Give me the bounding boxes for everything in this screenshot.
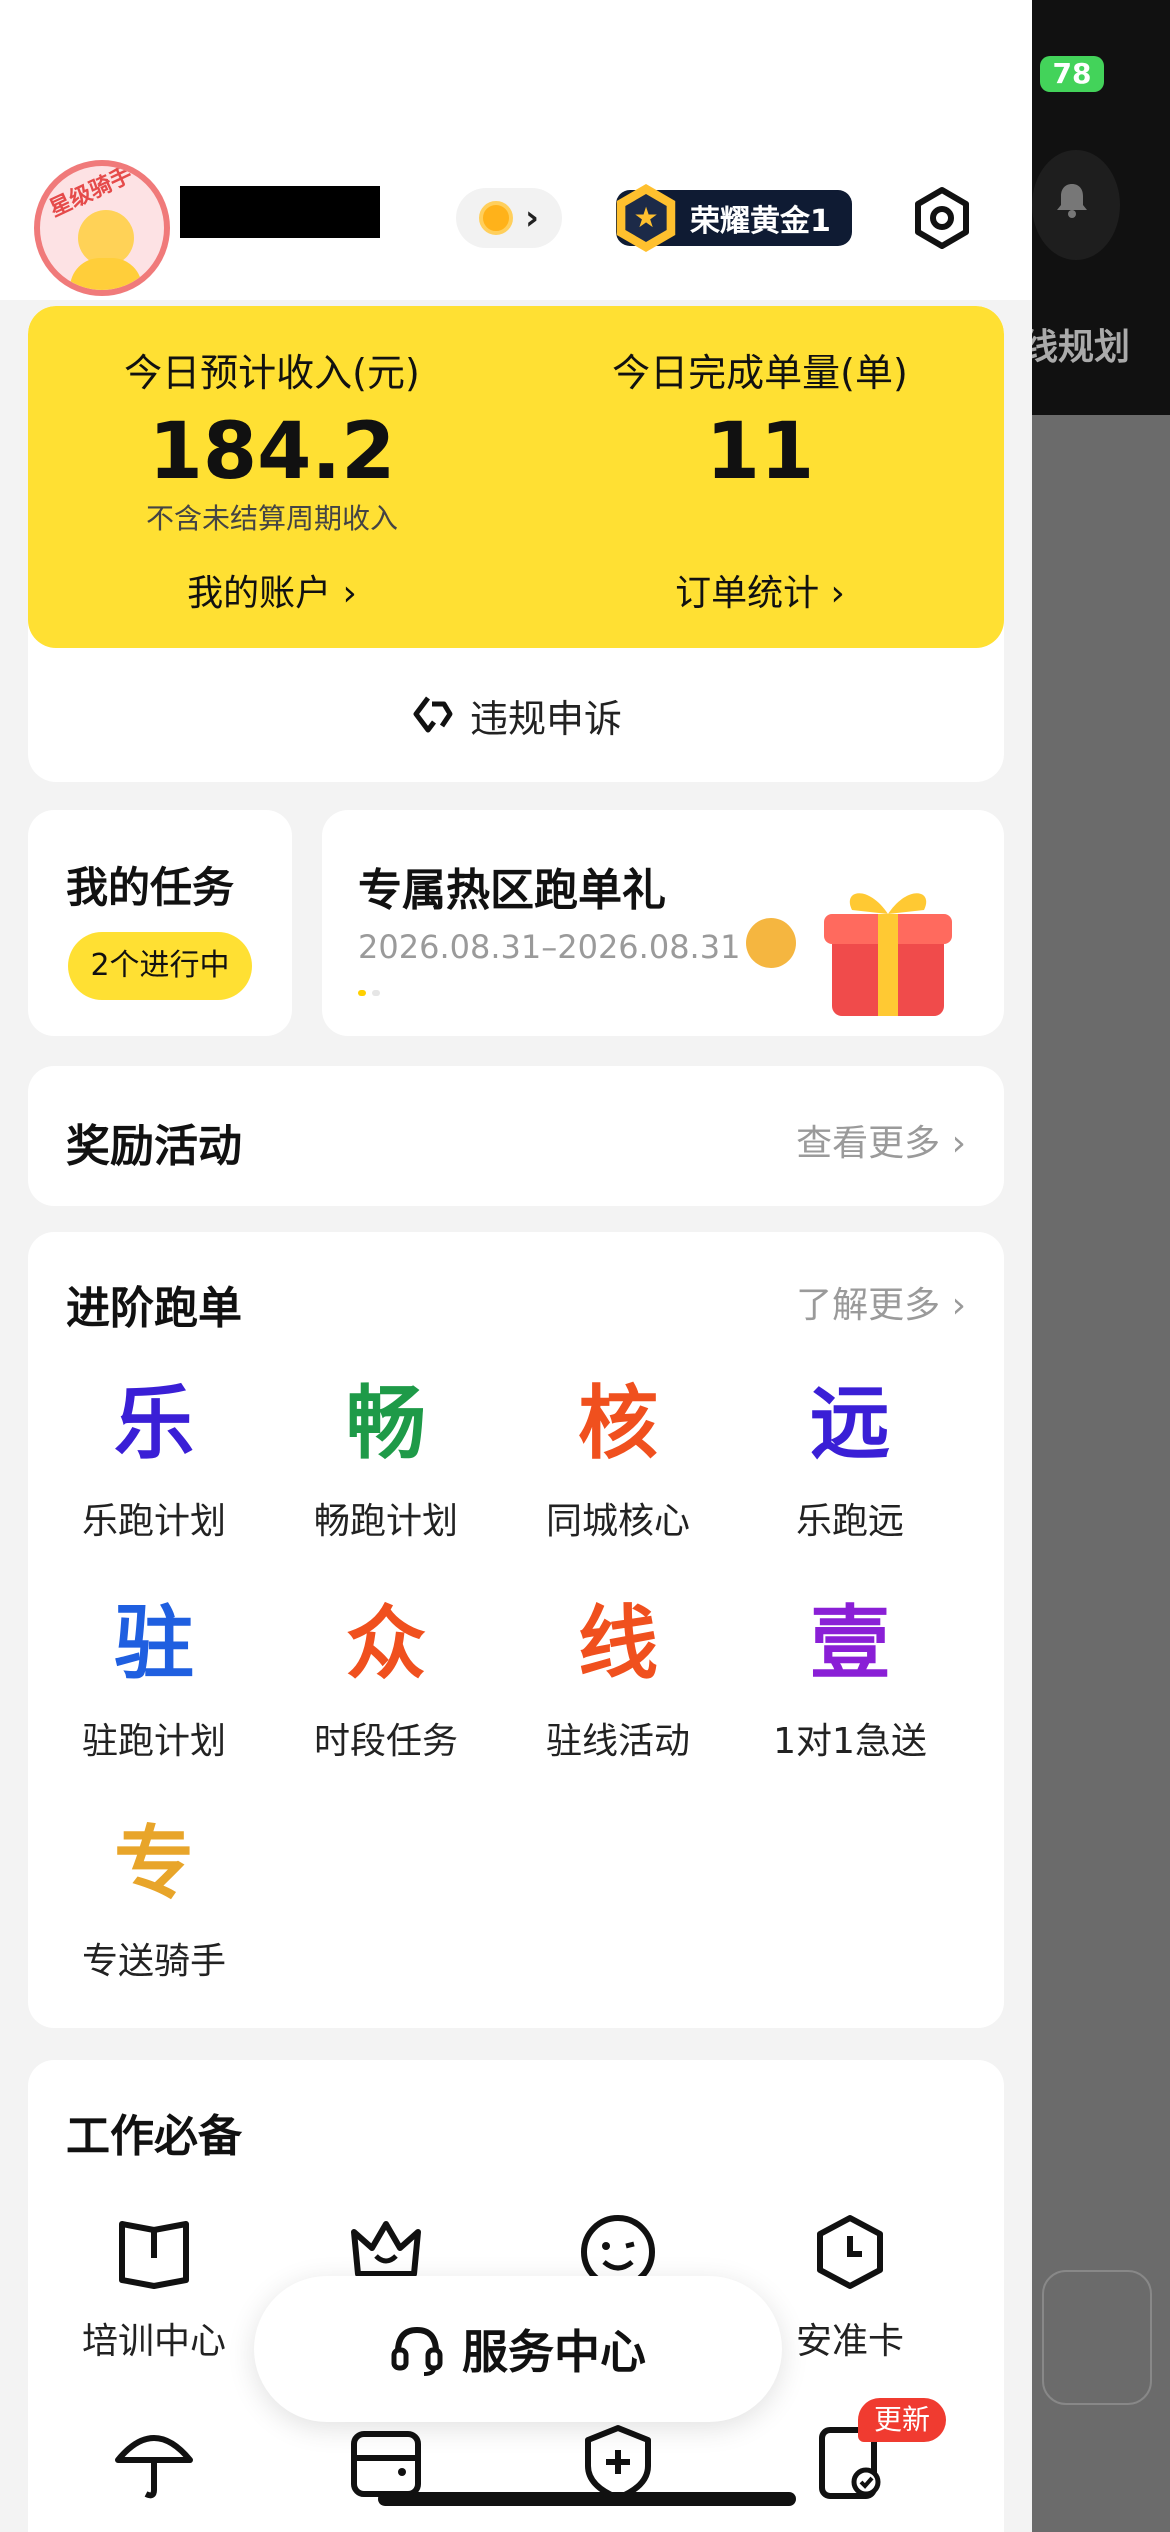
one-to-one-icon: 壹 [810, 1597, 890, 1690]
settings-icon[interactable] [910, 186, 974, 250]
background-page[interactable] [1032, 0, 1170, 2532]
level-badge[interactable]: ★ 荣耀黄金1 [616, 184, 852, 252]
avatar[interactable]: 星级骑手 [34, 160, 170, 296]
promo-title: 专属热区跑单礼 [358, 865, 666, 916]
chevron-right-icon: › [951, 1285, 966, 1326]
star-hexagon-icon: ★ [616, 184, 676, 252]
violation-appeal-button[interactable]: 违规申诉 [28, 648, 1004, 782]
my-tasks-card[interactable]: 我的任务 2个进行中 [28, 810, 292, 1036]
time-task-icon: 众 [346, 1597, 426, 1690]
coin-icon [746, 918, 796, 968]
chevron-right-icon: › [524, 198, 539, 238]
battery-indicator: 78 [1040, 56, 1104, 92]
grid-item-city-core[interactable]: 核 同城核心 [502, 1376, 734, 1544]
today-orders: 今日完成单量(单) 11 [516, 342, 1004, 493]
user-name-redacted [180, 186, 380, 238]
work-essentials-title: 工作必备 [66, 2111, 242, 2162]
service-center-label: 服务中心 [462, 2325, 646, 2379]
rewards-more-link[interactable]: 查看更多 › [796, 1114, 966, 1166]
grid-item-label: 驻跑计划 [81, 1721, 226, 1762]
promo-banner[interactable]: 专属热区跑单礼 2026.08.31–2026.08.31 [322, 810, 1004, 1036]
promo-pager [358, 990, 380, 996]
grid-item-label: 1对1急送 [773, 1721, 927, 1762]
grid-item-lepao-far[interactable]: 远 乐跑远 [734, 1376, 966, 1544]
appeal-label: 违规申诉 [469, 696, 622, 741]
service-center-button[interactable]: 服务中心 [254, 2276, 782, 2422]
headset-icon [391, 2326, 443, 2376]
advanced-orders-card: 进阶跑单 了解更多 › 乐 乐跑计划 畅 畅跑计划 核 同城核心 远 乐跑远 驻… [28, 1232, 1004, 2028]
background-route-title: 线规划 [1022, 327, 1131, 368]
coin-icon [478, 201, 513, 235]
grid-item-time-task[interactable]: 众 时段任务 [270, 1596, 502, 1764]
promo-date: 2026.08.31–2026.08.31 [358, 928, 741, 966]
grid-item-label: 时段任务 [313, 1721, 458, 1762]
tool-training-center[interactable]: 培训中心 [38, 2210, 270, 2364]
my-tasks-title: 我的任务 [66, 863, 235, 912]
grid-item-dedicated-rider[interactable]: 专 专送骑手 [38, 1816, 270, 1984]
advanced-more-link[interactable]: 了解更多 › [796, 1276, 966, 1328]
bell-icon [1057, 184, 1087, 218]
grid-item-label: 驻线活动 [545, 1721, 690, 1762]
task-status-badge: 2个进行中 [68, 932, 252, 1000]
tool-umbrella[interactable] [38, 2420, 270, 2508]
order-stats-link[interactable]: 订单统计 › [516, 564, 1004, 616]
background-card [1042, 2270, 1152, 2405]
grid-item-label: 专送骑手 [81, 1941, 226, 1982]
book-icon [119, 2221, 189, 2289]
grid-item-label: 乐跑计划 [81, 1501, 226, 1542]
line-activity-icon: 线 [578, 1597, 658, 1690]
today-income-value: 184.2 [148, 407, 396, 497]
lepao-icon: 乐 [114, 1377, 194, 1470]
umbrella-icon [115, 2435, 193, 2499]
tool-label: 培训中心 [81, 2321, 226, 2362]
income-summary: 今日预计收入(元) 184.2 不含未结算周期收入 今日完成单量(单) 11 我… [28, 306, 1004, 648]
rewards-title: 奖励活动 [66, 1121, 242, 1172]
my-account-link[interactable]: 我的账户 › [28, 564, 516, 616]
grid-item-line-activity[interactable]: 线 驻线活动 [502, 1596, 734, 1764]
grid-item-label: 同城核心 [545, 1501, 690, 1542]
rewards-card[interactable]: 奖励活动 查看更多 › [28, 1066, 1004, 1206]
changpao-icon: 畅 [346, 1377, 426, 1470]
city-core-icon: 核 [578, 1377, 658, 1470]
grid-item-lepao[interactable]: 乐 乐跑计划 [38, 1376, 270, 1544]
today-income: 今日预计收入(元) 184.2 不含未结算周期收入 [28, 342, 516, 537]
today-orders-value: 11 [705, 407, 815, 497]
advanced-orders-title: 进阶跑单 [66, 1283, 242, 1334]
grid-item-zhupao[interactable]: 驻 驻跑计划 [38, 1596, 270, 1764]
zhupao-icon: 驻 [114, 1597, 194, 1690]
avatar-body [70, 258, 142, 290]
today-orders-label: 今日完成单量(单) [612, 351, 908, 395]
grid-item-label: 畅跑计划 [313, 1501, 458, 1542]
chevron-right-icon: › [951, 1123, 966, 1164]
today-income-note: 不含未结算周期收入 [145, 502, 398, 535]
level-label: 荣耀黄金1 [690, 204, 831, 239]
home-indicator[interactable] [378, 2492, 796, 2506]
appeal-icon [413, 696, 453, 733]
drawer-header: 星级骑手 › ★ 荣耀黄金1 [0, 0, 1032, 300]
grid-item-changpao[interactable]: 畅 畅跑计划 [270, 1376, 502, 1544]
dedicated-rider-icon: 专 [114, 1817, 194, 1910]
today-income-label: 今日预计收入(元) [124, 351, 420, 395]
lepao-far-icon: 远 [810, 1377, 890, 1470]
clock-shield-icon [817, 2215, 883, 2289]
coin-button[interactable]: › [456, 188, 562, 248]
grid-item-label: 乐跑远 [795, 1501, 904, 1542]
side-drawer: 星级骑手 › ★ 荣耀黄金1 今日预计收入(元) 184.2 不含未结算周期收入… [0, 0, 1032, 2532]
update-badge: 更新 [858, 2398, 946, 2442]
gift-icon [824, 893, 952, 1016]
grid-item-one-to-one[interactable]: 壹 1对1急送 [734, 1596, 966, 1764]
income-card: 今日预计收入(元) 184.2 不含未结算周期收入 今日完成单量(单) 11 我… [28, 306, 1004, 782]
